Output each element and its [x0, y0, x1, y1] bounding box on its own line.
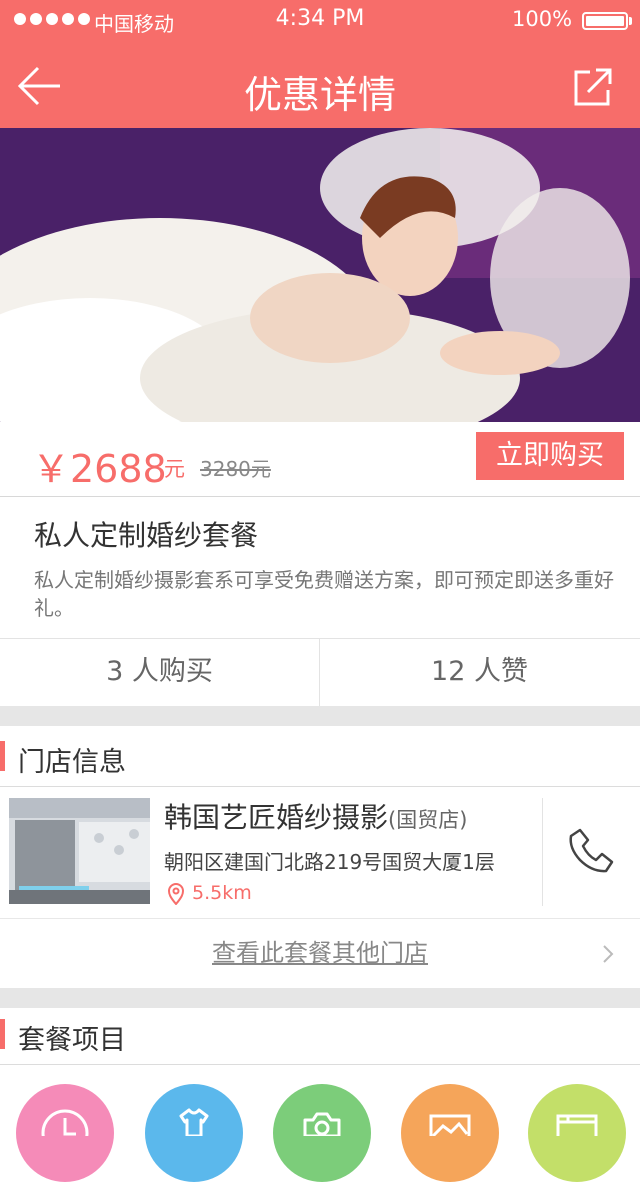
share-button[interactable]	[572, 68, 614, 108]
chevron-right-icon	[602, 944, 614, 964]
section-accent-bar	[0, 1019, 5, 1049]
store-section-title: 门店信息	[18, 747, 126, 778]
store-distance: 5.5km	[192, 882, 252, 904]
status-bar: 中国移动 4:34 PM 100%	[0, 0, 640, 40]
battery-tip	[629, 17, 632, 25]
price-unit: 元	[164, 457, 185, 481]
page-title: 优惠详情	[243, 73, 396, 117]
shirt-icon	[179, 1108, 209, 1138]
picture-icon	[429, 1114, 471, 1140]
more-stores-link[interactable]: 查看此套餐其他门店	[0, 918, 640, 988]
album-icon	[556, 1114, 598, 1140]
store-address: 朝阳区建国门北路219号国贸大厦1层	[164, 850, 495, 874]
section-gap	[0, 706, 640, 726]
camera-icon	[303, 1112, 341, 1138]
current-price: ￥2688	[32, 447, 167, 491]
call-button[interactable]	[566, 826, 616, 876]
store-photo	[9, 798, 150, 904]
location-pin-icon	[166, 883, 186, 906]
package-item-album[interactable]	[528, 1084, 626, 1182]
store-name-line[interactable]: 韩国艺匠婚纱摄影(国贸店)	[164, 796, 467, 836]
hero-image	[0, 128, 640, 422]
battery-icon	[582, 12, 628, 30]
package-title: 私人定制婚纱套餐	[34, 519, 259, 552]
battery-percent: 100%	[512, 7, 573, 31]
original-price: 3280元	[200, 457, 271, 481]
package-item-clock[interactable]	[16, 1084, 114, 1182]
package-item-photo[interactable]	[273, 1084, 371, 1182]
buy-now-button[interactable]: 立即购买	[476, 432, 624, 480]
package-description: 私人定制婚纱摄影套系可享受免费赠送方案，即可预定即送多重好礼。	[34, 568, 614, 620]
package-item-clothing[interactable]	[145, 1084, 243, 1182]
package-item-picture[interactable]	[401, 1084, 499, 1182]
store-thumbnail[interactable]	[9, 798, 150, 904]
store-branch: (国贸店)	[388, 808, 468, 832]
store-divider	[542, 798, 543, 906]
package-items-title: 套餐项目	[18, 1025, 126, 1056]
phone-icon	[569, 828, 614, 873]
share-icon	[574, 68, 612, 106]
buyers-count[interactable]: 3 人购买	[0, 638, 319, 706]
store-name: 韩国艺匠婚纱摄影	[164, 801, 389, 834]
section-accent-bar	[0, 741, 5, 771]
likes-count[interactable]: 12 人赞	[320, 638, 639, 706]
clock-icon	[41, 1109, 89, 1157]
bride-photo	[0, 128, 640, 422]
